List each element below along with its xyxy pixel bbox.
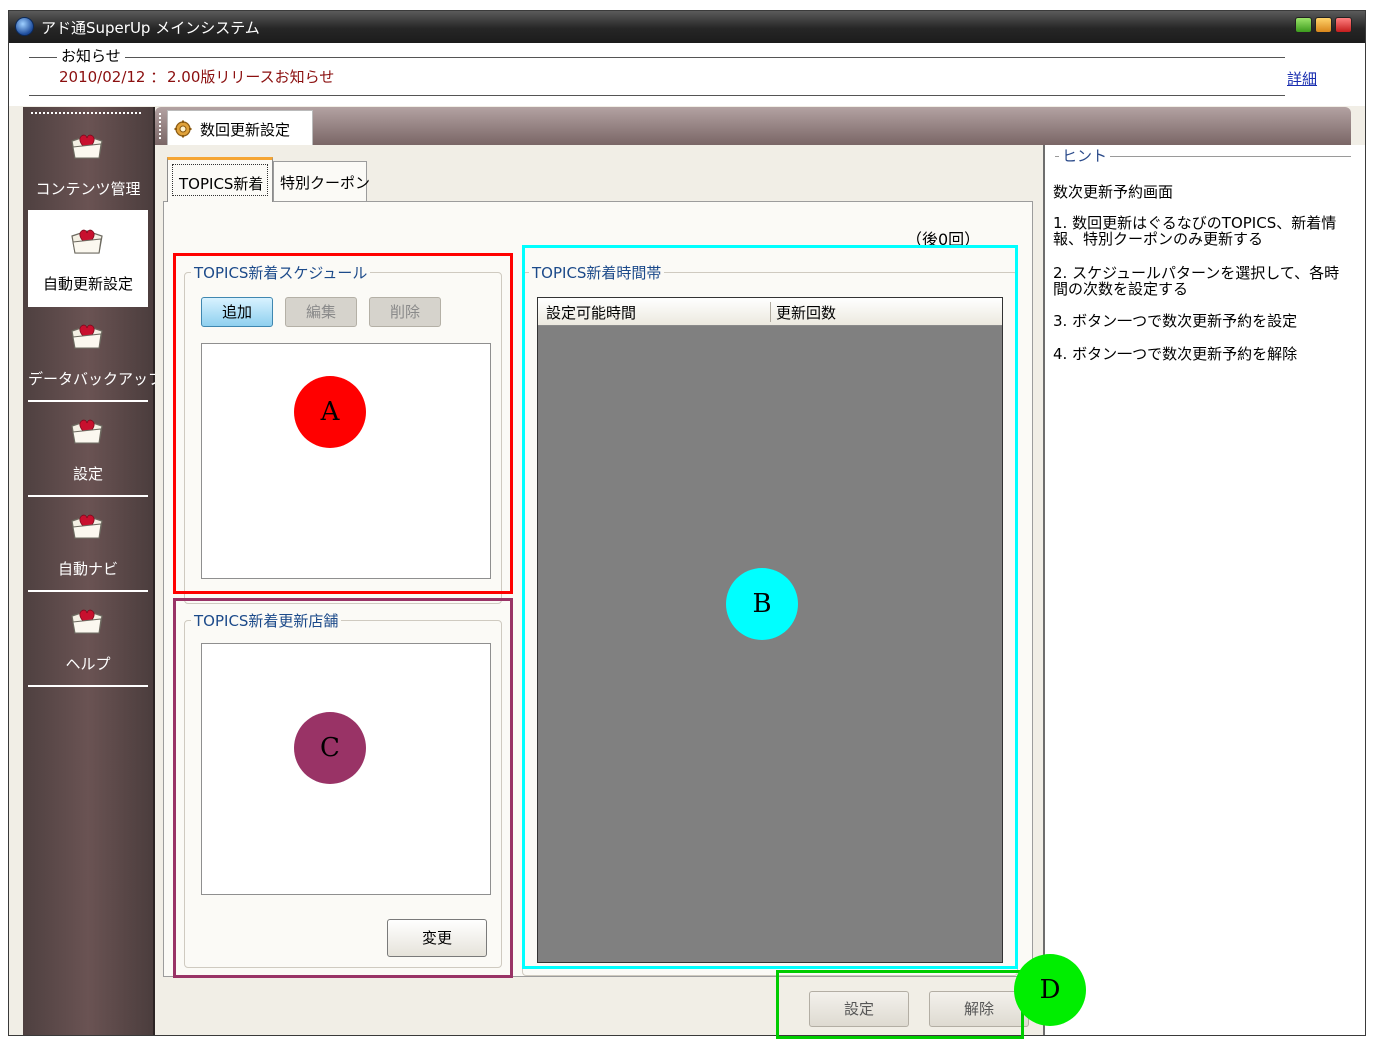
notice-area: お知らせ 2010/02/12 ： 2.00版リリースお知らせ 詳細	[9, 43, 1365, 106]
sidebar-item-6[interactable]: ヘルプ	[28, 592, 148, 685]
sidebar-item-label: 自動ナビ	[57, 560, 118, 578]
heart-folder-icon	[71, 229, 103, 254]
heart-folder-icon	[71, 324, 103, 349]
tab-label: 特別クーポン	[280, 174, 371, 192]
maximize-button[interactable]	[1315, 17, 1332, 33]
settings-gear-icon	[174, 120, 192, 138]
notice-date: 2010/02/12 ：	[59, 68, 166, 86]
annotation-label-d: D	[1014, 954, 1086, 1026]
sidebar-item-label: データバックアップ	[28, 370, 164, 388]
app-logo-icon	[15, 17, 34, 36]
sidebar: コンテンツ管理 自動更新設定データバックアップ設定自動ナビヘルプ	[23, 107, 164, 1035]
tab-label: 数回更新設定	[200, 121, 291, 139]
hint-line: 4. ボタン一つで数次更新予約を解除	[1053, 345, 1298, 363]
sidebar-item-label: 自動更新設定	[42, 275, 133, 293]
hint-line: 1. 数回更新はぐるなびのTOPICS、新着情報、特別クーポンのみ更新する	[1053, 214, 1337, 248]
annotation-label-b: B	[726, 568, 798, 640]
heart-folder-icon	[71, 134, 103, 159]
sidebar-item-1[interactable]: コンテンツ管理	[28, 117, 148, 210]
heart-folder-icon	[71, 514, 103, 539]
tab-topics-new[interactable]: TOPICS新着	[167, 157, 273, 202]
close-button[interactable]	[1335, 17, 1352, 33]
notice-message[interactable]: 2.00版リリースお知らせ	[167, 66, 334, 87]
hint-line: 2. スケジュールパターンを選択して、各時間の次数を設定する	[1053, 264, 1340, 298]
hint-line: 3. ボタン一つで数次更新予約を設定	[1053, 312, 1298, 330]
hint-heading: 数次更新予約画面	[1053, 183, 1174, 201]
heart-folder-icon	[71, 609, 103, 634]
focus-outline: TOPICS新着	[172, 164, 268, 196]
annotation-label-a: A	[294, 376, 366, 448]
sidebar-divider	[28, 685, 148, 687]
notice-frame-top	[29, 57, 1285, 58]
annotation-box-d	[776, 970, 1024, 1039]
sidebar-item-4[interactable]: 設定	[28, 402, 148, 495]
sidebar-item-label: コンテンツ管理	[35, 180, 141, 198]
annotation-label-c: C	[294, 712, 366, 784]
heart-folder-icon	[71, 419, 103, 444]
sidebar-item-5[interactable]: 自動ナビ	[28, 497, 148, 590]
detail-link[interactable]: 詳細	[1287, 68, 1317, 89]
window-title: アド通SuperUp メインシステム	[41, 19, 260, 37]
sidebar-item-label: 設定	[72, 465, 103, 483]
tabstrip-grip[interactable]	[159, 113, 162, 139]
hint-panel: ヒント 数次更新予約画面 1. 数回更新はぐるなびのTOPICS、新着情報、特別…	[1043, 145, 1365, 1035]
document-tabstrip: 数回更新設定	[155, 107, 1351, 145]
tab-multi-update-settings[interactable]: 数回更新設定	[167, 110, 313, 145]
sidebar-grip[interactable]	[31, 112, 141, 115]
annotation-box-c	[173, 598, 513, 978]
sidebar-item-label: ヘルプ	[65, 655, 111, 673]
tab-label: TOPICS新着	[179, 175, 264, 193]
notice-frame-bottom	[29, 95, 1285, 96]
sidebar-item-3[interactable]: データバックアップ	[28, 307, 164, 400]
minimize-button[interactable]	[1295, 17, 1312, 33]
notice-legend: お知らせ	[57, 45, 125, 66]
tab-special-coupon[interactable]: 特別クーポン	[273, 161, 371, 201]
hint-title: ヒント	[1059, 145, 1111, 166]
title-bar: アド通SuperUp メインシステム	[9, 11, 1365, 43]
sidebar-item-2[interactable]: 自動更新設定	[28, 212, 148, 305]
